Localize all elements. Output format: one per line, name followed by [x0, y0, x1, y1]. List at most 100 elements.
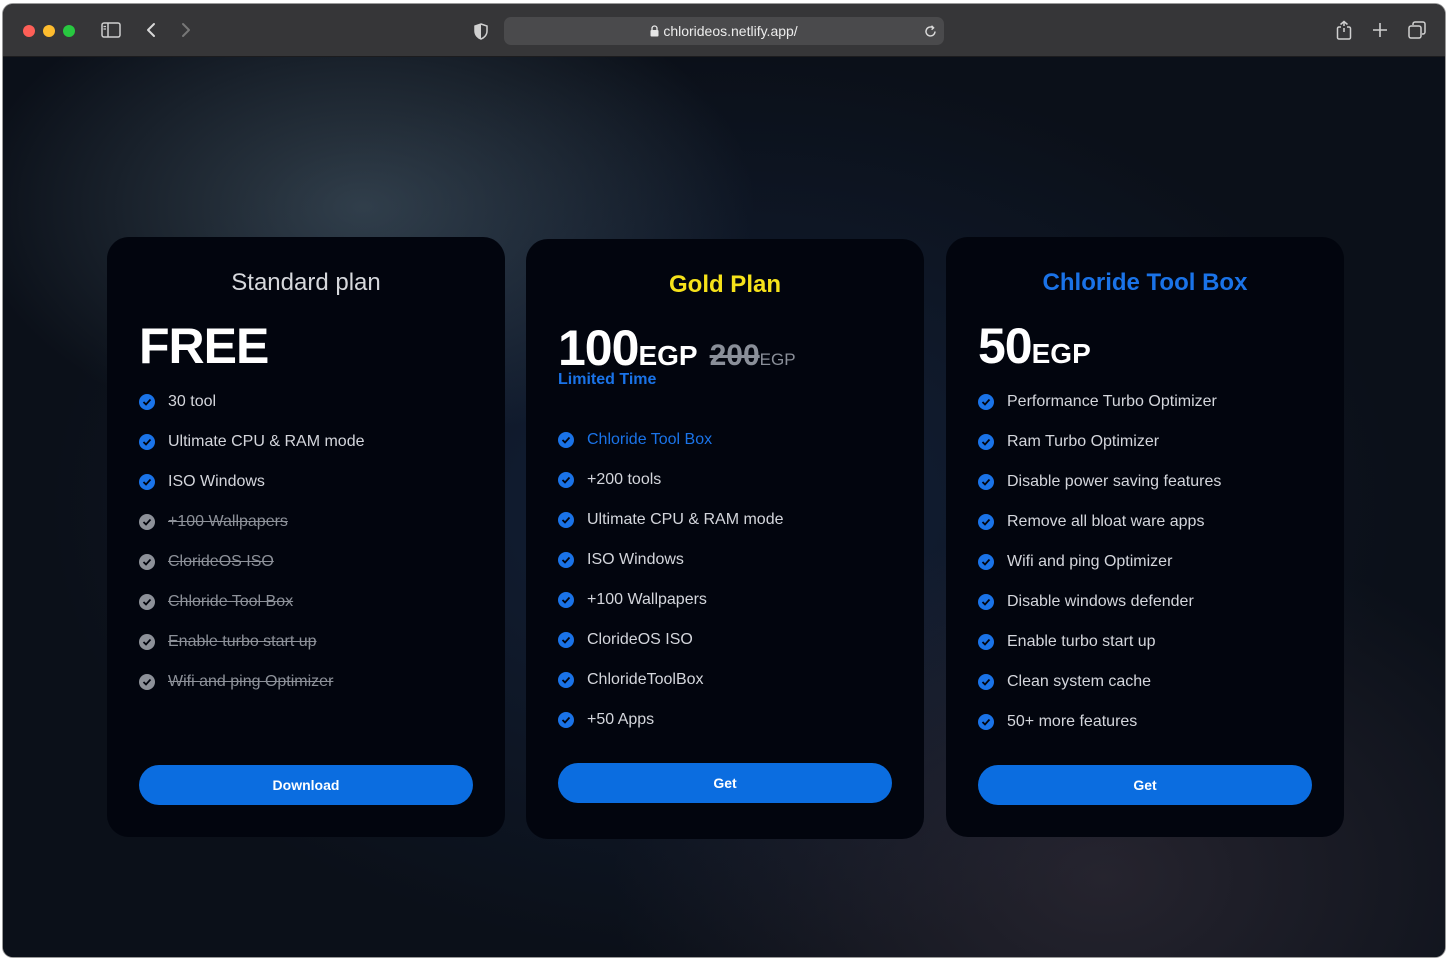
minimize-window-button[interactable] [43, 25, 55, 37]
shield-icon[interactable] [472, 21, 490, 41]
plan-title: Chloride Tool Box [1042, 269, 1248, 296]
plan-title: Gold Plan [668, 271, 781, 298]
zoom-window-button[interactable] [63, 25, 75, 37]
feature-item: 30 tool [139, 382, 365, 422]
check-circle-icon [139, 594, 155, 610]
feature-label: ISO Windows [587, 551, 684, 568]
feature-label: Ram Turbo Optimizer [1007, 433, 1160, 450]
price-value: 50 [978, 318, 1033, 374]
check-circle-icon [558, 472, 574, 488]
gold-plan-card: Gold Plan 100EGP 200EGP Limited Time Chlo… [526, 239, 924, 839]
feature-item: Disable windows defender [978, 582, 1221, 622]
lock-icon [650, 24, 659, 40]
check-circle-icon [139, 474, 155, 490]
feature-label: 50+ more features [1007, 713, 1138, 730]
feature-label: +50 Apps [587, 711, 655, 728]
check-circle-icon [978, 514, 994, 530]
feature-label: Ultimate CPU & RAM mode [168, 433, 365, 450]
price-value: 100 [558, 320, 639, 376]
feature-item: ISO Windows [139, 462, 365, 502]
feature-label: Chloride Tool Box [587, 431, 713, 448]
back-icon[interactable] [143, 20, 159, 40]
new-tab-icon[interactable] [1370, 20, 1390, 40]
feature-item: Enable turbo start up [978, 622, 1221, 662]
feature-item-excluded: +100 Wallpapers [139, 502, 365, 542]
toolbox-plan-card: Chloride Tool Box 50EGP Performance Turb… [946, 237, 1344, 837]
check-circle-icon [978, 634, 994, 650]
browser-toolbar: chlorideos.netlify.app/ [3, 4, 1445, 57]
check-circle-icon [978, 394, 994, 410]
plan-price: 100EGP 200EGP [558, 319, 796, 377]
check-circle-icon [978, 594, 994, 610]
get-gold-button[interactable]: Get [558, 763, 892, 803]
price-value: FREE [139, 318, 269, 374]
feature-label: Disable power saving features [1007, 473, 1222, 490]
plan-price: FREE [139, 317, 269, 375]
feature-label: Ultimate CPU & RAM mode [587, 511, 784, 528]
check-circle-icon [558, 552, 574, 568]
feature-item: Performance Turbo Optimizer [978, 382, 1221, 422]
forward-icon[interactable] [178, 20, 194, 40]
feature-label: +100 Wallpapers [168, 513, 288, 530]
feature-item: Ultimate CPU & RAM mode [139, 422, 365, 462]
feature-label: ISO Windows [168, 473, 265, 490]
check-circle-icon [139, 514, 155, 530]
feature-item: +100 Wallpapers [558, 580, 784, 620]
check-circle-icon [139, 434, 155, 450]
feature-label: CloridеOS ISO [168, 553, 274, 570]
sidebar-icon[interactable] [100, 21, 122, 39]
feature-item-highlight: Chloride Tool Box [558, 420, 784, 460]
feature-list: Performance Turbo Optimizer Ram Turbo Op… [978, 382, 1221, 742]
plan-price: 50EGP [978, 317, 1091, 375]
check-circle-icon [978, 674, 994, 690]
feature-item: Wifi and ping Optimizer [978, 542, 1221, 582]
price-currency: EGP [1031, 338, 1091, 369]
tabs-overview-icon[interactable] [1406, 20, 1428, 40]
close-window-button[interactable] [23, 25, 35, 37]
limited-time-note: Limited Time [558, 371, 657, 388]
feature-item: +50 Apps [558, 700, 784, 740]
feature-item: Remove all bloat ware apps [978, 502, 1221, 542]
check-circle-icon [558, 592, 574, 608]
feature-label: Clean system cache [1007, 673, 1152, 690]
feature-label: Disable windows defender [1007, 593, 1194, 610]
feature-label: ChlorideToolBox [587, 671, 704, 688]
feature-label: ClorideOS ISO [587, 631, 693, 648]
url-text: chlorideos.netlify.app/ [663, 23, 798, 39]
check-circle-icon [139, 634, 155, 650]
feature-item-excluded: Enable turbo start up [139, 622, 365, 662]
feature-item: +200 tools [558, 460, 784, 500]
feature-label: +200 tools [587, 471, 662, 488]
check-circle-icon [558, 432, 574, 448]
check-circle-icon [139, 674, 155, 690]
feature-item-excluded: Chloride Tool Box [139, 582, 365, 622]
feature-label: Remove all bloat ware apps [1007, 513, 1205, 530]
address-bar[interactable]: chlorideos.netlify.app/ [504, 17, 944, 45]
check-circle-icon [558, 712, 574, 728]
check-circle-icon [139, 554, 155, 570]
feature-label: Enable turbo start up [168, 633, 317, 650]
check-circle-icon [978, 434, 994, 450]
feature-list: 30 tool Ultimate CPU & RAM mode ISO Wind… [139, 382, 365, 702]
feature-label: 30 tool [168, 393, 217, 410]
feature-item: Clean system cache [978, 662, 1221, 702]
feature-item: ISO Windows [558, 540, 784, 580]
feature-item: ChlorideToolBox [558, 660, 784, 700]
feature-item: Ram Turbo Optimizer [978, 422, 1221, 462]
check-circle-icon [558, 672, 574, 688]
browser-window: chlorideos.netlify.app/ Standard plan FR… [3, 4, 1445, 957]
check-circle-icon [978, 554, 994, 570]
feature-label: Enable turbo start up [1007, 633, 1156, 650]
share-icon[interactable] [1334, 19, 1354, 41]
get-toolbox-button[interactable]: Get [978, 765, 1312, 805]
feature-label: Wifi and ping Optimizer [1007, 553, 1173, 570]
old-price-currency: EGP [759, 350, 796, 369]
feature-label: Wifi and ping Optimizer [168, 673, 334, 690]
feature-label: Performance Turbo Optimizer [1007, 393, 1217, 410]
feature-item-excluded: CloridеOS ISO [139, 542, 365, 582]
reload-icon[interactable] [922, 23, 938, 39]
feature-item: ClorideOS ISO [558, 620, 784, 660]
check-circle-icon [139, 394, 155, 410]
check-circle-icon [558, 512, 574, 528]
download-button[interactable]: Download [139, 765, 473, 805]
